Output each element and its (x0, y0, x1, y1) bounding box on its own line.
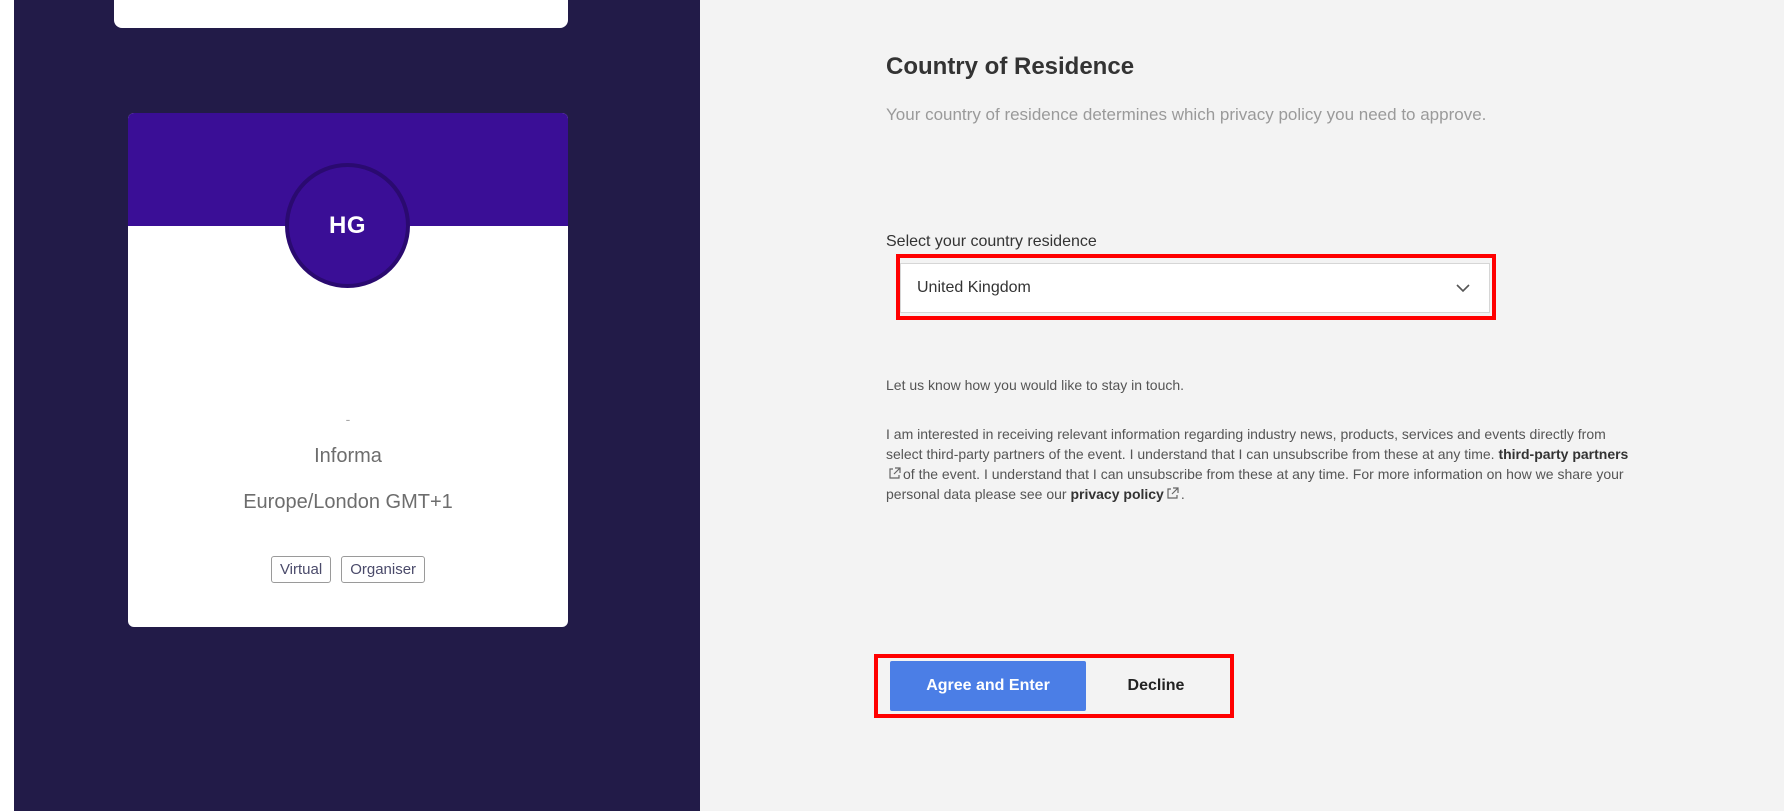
profile-company: Informa (314, 445, 382, 467)
previous-card (114, 0, 568, 28)
consent-text: I am interested in receiving relevant in… (886, 424, 1634, 504)
badge-virtual: Virtual (270, 556, 332, 583)
external-link-icon (1167, 487, 1179, 499)
badge-organiser: Organiser (341, 556, 426, 583)
consent-part2: of the event. I understand that I can un… (886, 466, 1624, 502)
profile-timezone: Europe/London GMT+1 (243, 491, 453, 513)
agree-and-enter-button[interactable]: Agree and Enter (890, 661, 1086, 711)
avatar-initials: HG (329, 211, 366, 239)
section-description: Your country of residence determines whi… (886, 105, 1487, 124)
section-title: Country of Residence (886, 53, 1135, 80)
badge-row: Virtual Organiser (128, 556, 568, 583)
country-select[interactable]: United Kingdom (900, 263, 1490, 313)
contact-intro: Let us know how you would like to stay i… (886, 377, 1185, 393)
privacy-policy-link[interactable]: privacy policy (1070, 486, 1163, 502)
profile-name: - (345, 411, 351, 427)
third-party-partners-link[interactable]: third-party partners (1498, 446, 1628, 462)
avatar: HG (285, 163, 410, 288)
chevron-down-icon (1456, 284, 1470, 293)
external-link-icon (889, 467, 901, 479)
country-select-value: United Kingdom (917, 279, 1031, 296)
profile-card: HG - Informa Europe/London GMT+1 Virtual… (128, 113, 568, 627)
consent-end: . (1180, 486, 1185, 502)
content-panel: Country of Residence Your country of res… (700, 0, 1784, 811)
country-select-label: Select your country residence (886, 233, 1097, 250)
decline-button[interactable]: Decline (1086, 661, 1226, 711)
